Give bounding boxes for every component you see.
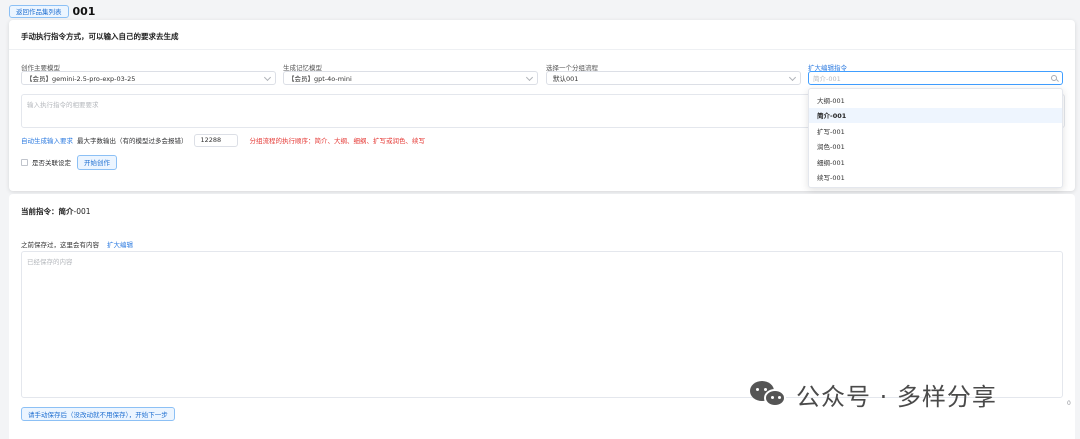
divider [9,49,1075,50]
flow-value: 默认001 [553,75,579,83]
options-row: 自动生成输入要求 最大字数输出（有的模型过多会报错） 12288 分组流程的执行… [21,133,425,147]
flow-order-tip: 分组流程的执行顺序：简介、大纲、细纲、扩写或润色、续写 [249,137,426,145]
back-to-list-button[interactable]: 返回作品集列表 [9,4,69,18]
expand-command-placeholder: 简介-001 [813,75,841,83]
top-bar: 返回作品集列表 001 [9,4,95,18]
dropdown-item[interactable]: 续写-001 [809,170,1062,186]
chevron-down-icon [788,73,797,82]
max-output-label: 最大字数输出（有的模型过多会报错） [77,137,188,145]
save-and-next-button[interactable]: 请手动保存后（没改动就不用保存），开始下一步 [21,407,175,421]
dropdown-item[interactable]: 润色-001 [809,139,1062,155]
memory-model-value: 【会员】gpt-4o-mini [288,75,352,83]
saved-note: 之前保存过，这里会有内容 [21,241,99,249]
action-row: 是否关联设定 开始创作 [21,154,117,170]
flow-select[interactable]: 默认001 [546,71,801,85]
requirement-placeholder: 输入执行指令的相要要求 [27,101,99,109]
auto-input-link[interactable]: 自动生成输入要求 [21,135,73,145]
main-model-select[interactable]: 【会员】gemini-2.5-pro-exp-03-25 [21,71,276,85]
expand-command-select[interactable]: 简介-001 [808,71,1063,85]
watermark-text: 公众号 · 多样分享 [796,382,997,411]
expand-edit-link[interactable]: 扩大编辑 [107,239,133,249]
relate-setting-checkbox[interactable] [21,158,28,166]
dropdown-item[interactable]: 大纲-001 [809,92,1062,108]
wechat-icon [750,379,788,409]
project-name: 001 [72,4,96,18]
saved-note-row: 之前保存过，这里会有内容 扩大编辑 [21,239,133,249]
search-icon [1051,75,1057,81]
current-command-title: 当前指令：简介-001 [21,206,91,217]
dropdown-item[interactable]: 扩写-001 [809,123,1062,139]
dropdown-item[interactable]: 细纲-001 [809,154,1062,170]
watermark: 公众号 · 多样分享 [750,378,997,411]
saved-content-placeholder: 已经保存的内容 [27,258,73,266]
max-output-input[interactable]: 12288 [193,133,238,147]
relate-setting-label: 是否关联设定 [32,159,71,167]
chevron-down-icon [263,73,272,82]
current-command-label: 当前指令：简介 [21,207,74,216]
chevron-down-icon [525,73,534,82]
dropdown-item-selected[interactable]: 简介-001 [809,107,1062,123]
main-model-value: 【会员】gemini-2.5-pro-exp-03-25 [26,75,136,83]
char-count: 0 [1067,400,1071,407]
start-creation-button[interactable]: 开始创作 [77,154,117,170]
memory-model-select[interactable]: 【会员】gpt-4o-mini [283,71,538,85]
card-title: 手动执行指令方式，可以输入自己的要求去生成 [21,32,179,41]
expand-command-dropdown: 大纲-001 简介-001 扩写-001 润色-001 细纲-001 续写-00… [808,88,1063,188]
current-command-value: -001 [73,207,91,216]
